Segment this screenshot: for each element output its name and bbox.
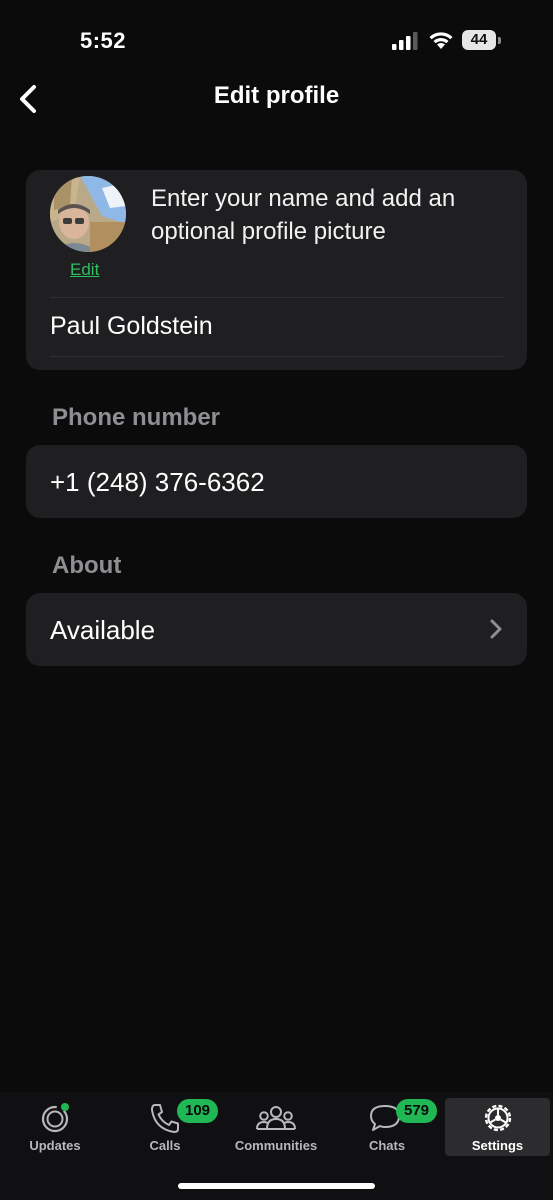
- divider: [50, 356, 503, 357]
- profile-card: Edit Enter your name and add an optional…: [26, 170, 527, 370]
- battery-indicator: 44: [462, 30, 501, 50]
- home-indicator: [178, 1183, 375, 1189]
- updates-icon: [41, 1103, 69, 1133]
- profile-hint-text: Enter your name and add an optional prof…: [151, 185, 456, 245]
- tab-label: Communities: [234, 1138, 318, 1153]
- tab-label: Updates: [29, 1138, 81, 1153]
- calls-badge: 109: [177, 1099, 219, 1123]
- communities-icon: [256, 1106, 296, 1130]
- tab-label: Chats: [368, 1138, 406, 1153]
- phone-section-label: Phone number: [52, 404, 221, 431]
- chevron-right-icon: [490, 619, 502, 639]
- profile-photo: [50, 176, 126, 252]
- about-row[interactable]: Available: [26, 593, 527, 666]
- chats-badge: 579: [396, 1099, 438, 1123]
- nav-header: Edit profile: [0, 70, 553, 126]
- about-section-label: About: [52, 552, 122, 579]
- gear-icon: [484, 1104, 511, 1132]
- divider: [50, 297, 503, 298]
- tab-label: Settings: [471, 1138, 524, 1153]
- name-field[interactable]: Paul Goldstein: [50, 312, 213, 341]
- phone-number-value: +1 (248) 376-6362: [50, 467, 265, 497]
- tab-updates[interactable]: Updates: [2, 1098, 108, 1156]
- tab-settings[interactable]: Settings: [445, 1098, 550, 1156]
- tab-communities[interactable]: Communities: [223, 1098, 329, 1156]
- status-bar: 5:52 44: [0, 0, 553, 80]
- tab-label: Calls: [149, 1138, 181, 1153]
- edit-photo-link[interactable]: Edit: [70, 260, 99, 280]
- phone-card: +1 (248) 376-6362: [26, 445, 527, 518]
- page-title: Edit profile: [213, 82, 340, 109]
- battery-level: 44: [462, 30, 496, 50]
- cellular-signal-icon: [392, 32, 418, 50]
- status-time: 5:52: [80, 28, 127, 53]
- about-value: Available: [50, 615, 156, 645]
- wifi-icon: [429, 32, 453, 49]
- battery-nub: [498, 37, 501, 44]
- avatar[interactable]: [50, 176, 126, 252]
